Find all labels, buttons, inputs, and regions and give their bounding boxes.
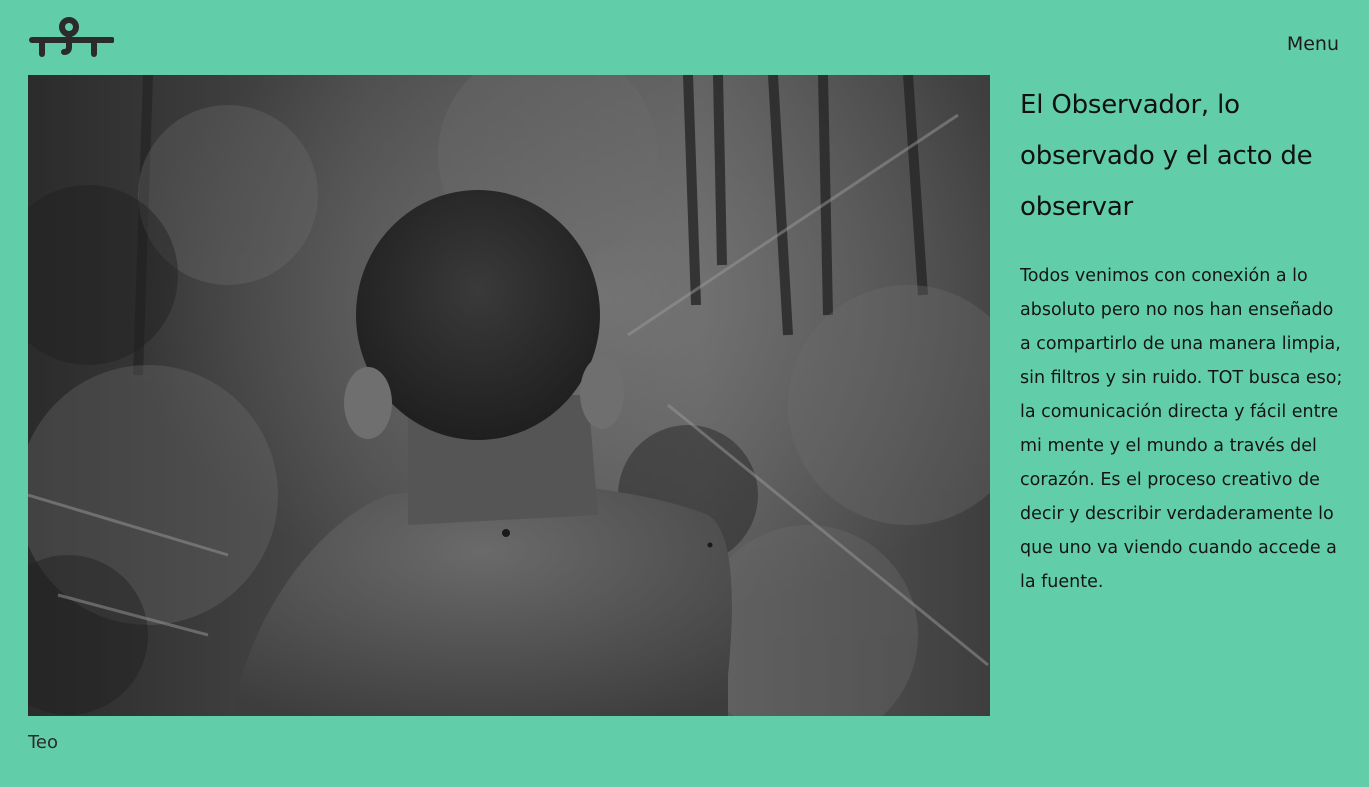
tot-logo-icon[interactable] [28, 14, 115, 60]
boy-in-forest-image [28, 75, 990, 716]
hero-photo [28, 75, 990, 716]
article: El Observador, lo observado y el acto de… [1020, 80, 1345, 599]
menu-button[interactable]: Menu [1287, 32, 1339, 56]
page: Menu Teo El Observador, lo observado y e… [0, 0, 1369, 787]
photo-caption: Teo [28, 732, 59, 753]
article-title: El Observador, lo observado y el acto de… [1020, 90, 1313, 222]
article-body: Todos venimos con conexión a lo absoluto… [1020, 266, 1343, 592]
